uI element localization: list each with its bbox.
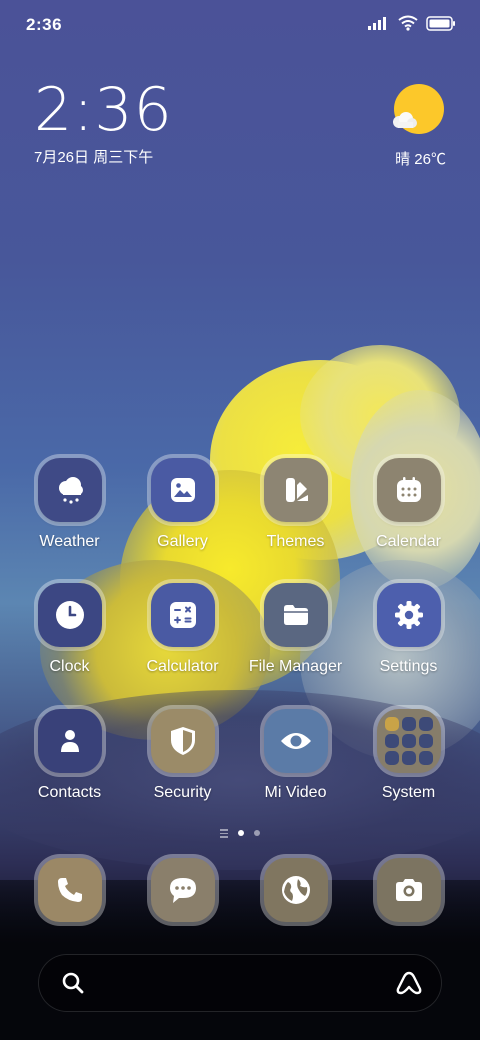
app-label: Clock [49,658,90,675]
calendar-icon [396,477,421,502]
status-time: 2:36 [26,15,63,34]
page-indicator [0,829,480,838]
battery-icon [426,15,455,31]
app-contacts[interactable]: Contacts [13,709,126,802]
app-icon [150,858,215,922]
app-label: Calculator [146,658,219,675]
clock-date: 7月26日 周三下午 [34,149,154,166]
app-gallery[interactable]: Gallery [126,458,239,551]
app-calculator[interactable]: Calculator [126,583,239,676]
app-icon [376,458,441,522]
signal-icon [368,17,386,30]
app-icon [150,709,215,773]
app-icon [37,709,102,773]
clock-icon [55,601,84,629]
shield-icon [170,727,195,755]
globe-icon [281,876,310,904]
app-icon [150,458,215,522]
clock-time: 2:36 [34,75,173,145]
calculator-icon [169,602,196,628]
app-system-folder[interactable]: System [352,709,465,802]
weather-condition-temp: 晴 26℃ [395,151,446,168]
app-label: Security [153,784,212,801]
dock-camera[interactable] [352,858,465,922]
person-icon [60,730,79,752]
status-icons [368,15,456,31]
app-label: Settings [379,658,438,675]
app-icon [37,583,102,647]
phone-icon [57,878,82,902]
app-themes[interactable]: Themes [239,458,352,551]
page-dot-active[interactable] [238,830,244,837]
app-label: Calendar [376,533,441,550]
search-icon [62,972,84,994]
clock-widget[interactable]: 2:36 7月26日 周三下午 [34,78,173,167]
app-label: Gallery [157,533,208,550]
gear-icon [394,601,423,629]
app-icon [37,458,102,522]
app-drawer-indicator-icon[interactable] [220,829,228,838]
app-icon [263,858,328,922]
app-icon [263,583,328,647]
image-icon [170,478,195,502]
dock-browser[interactable] [239,858,352,922]
dock-phone[interactable] [13,858,126,922]
assistant-icon[interactable] [395,970,423,996]
dock-messages[interactable] [126,858,239,922]
app-label: File Manager [248,658,343,675]
app-settings[interactable]: Settings [352,583,465,676]
app-icon [37,858,102,922]
app-label: Themes [266,533,325,550]
app-security[interactable]: Security [126,709,239,802]
app-label: System [381,784,436,801]
weather-widget[interactable]: 晴 26℃ [346,82,446,172]
app-weather[interactable]: Weather [13,458,126,551]
search-bar[interactable] [39,955,441,1011]
page-dot[interactable] [254,830,260,837]
status-bar: 2:36 [0,0,480,50]
brush-palette-icon [285,478,308,502]
folder-grid-icon [384,717,433,765]
app-clock[interactable]: Clock [13,583,126,676]
app-icon [376,858,441,922]
app-calendar[interactable]: Calendar [352,458,465,551]
app-icon [376,583,441,647]
weather-cloud-snow-icon [58,477,83,504]
wifi-icon [398,15,418,31]
camera-icon [395,879,422,901]
cloud-icon [393,112,417,128]
app-mi-video[interactable]: Mi Video [239,709,352,802]
app-icon [263,709,328,773]
app-icon [263,458,328,522]
app-label: Contacts [37,784,102,801]
app-icon [150,583,215,647]
folder-icon [283,605,308,625]
app-label: Mi Video [264,784,327,801]
chat-bubble-icon [169,878,196,903]
eye-icon [280,733,311,749]
app-file-manager[interactable]: File Manager [239,583,352,676]
app-label: Weather [39,533,100,550]
app-icon [376,709,441,773]
